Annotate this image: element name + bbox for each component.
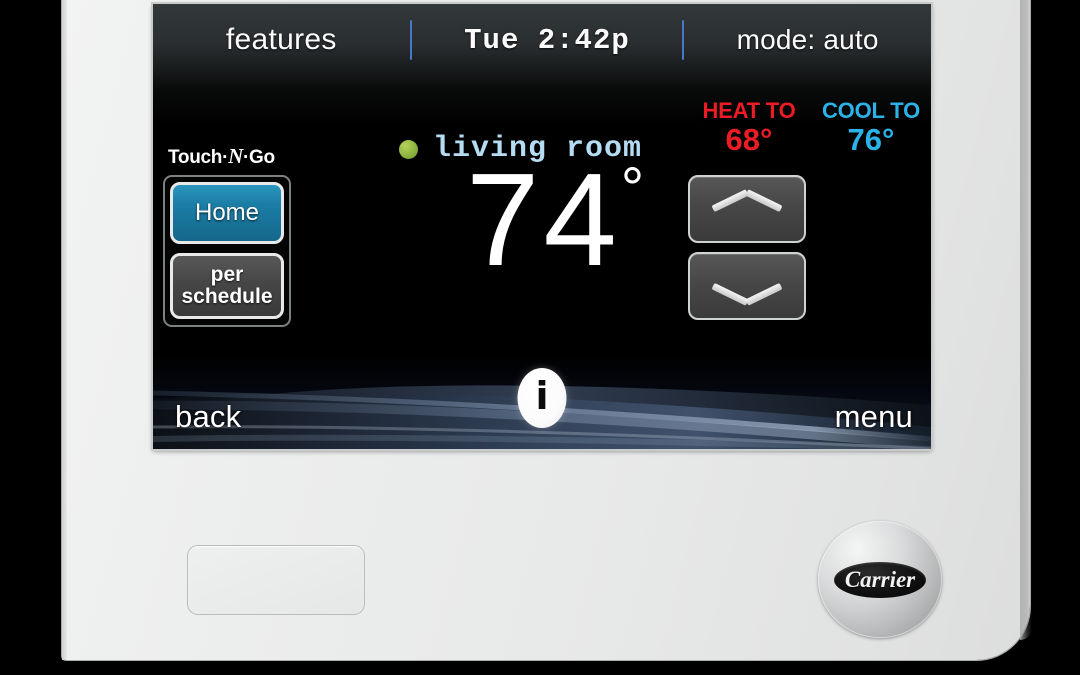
- cool-setpoint-label: COOL TO: [821, 98, 921, 123]
- info-button[interactable]: i: [517, 368, 567, 428]
- header-time: Tue 2:42p: [464, 23, 630, 57]
- menu-button[interactable]: menu: [835, 399, 913, 435]
- screenshot-root: Carrier features Tue 2:42p mode: auto To…: [0, 0, 1080, 675]
- touch-n-go-logo-suffix: ·Go: [242, 147, 275, 168]
- touch-n-go-logo: Touch·N·Go: [168, 144, 303, 169]
- back-button[interactable]: back: [175, 399, 241, 435]
- touch-n-go-panel: Touch·N·Go Home per schedule: [163, 144, 303, 327]
- touch-n-go-per-schedule-button[interactable]: per schedule: [170, 253, 284, 319]
- header-features-button[interactable]: features: [153, 4, 410, 76]
- heat-setpoint-label: HEAT TO: [702, 98, 796, 123]
- access-panel[interactable]: [187, 545, 365, 615]
- touch-n-go-frame: Home per schedule: [163, 175, 291, 327]
- touch-n-go-home-button[interactable]: Home: [170, 182, 284, 244]
- lcd-screen: features Tue 2:42p mode: auto Touch·N·Go…: [153, 4, 931, 449]
- chevron-up-icon: [714, 194, 780, 224]
- heat-setpoint-value: 68°: [725, 122, 773, 158]
- cool-setpoint[interactable]: COOL TO 76°: [810, 99, 931, 158]
- temperature-down-button[interactable]: [688, 252, 806, 320]
- thermostat-left-seam: [62, 0, 67, 660]
- current-temperature-value: 74: [465, 146, 621, 293]
- degree-symbol-icon: °: [620, 156, 645, 221]
- carrier-wordmark: Carrier: [844, 567, 916, 592]
- carrier-oval: Carrier: [834, 561, 926, 598]
- touch-n-go-logo-n: N: [228, 144, 243, 168]
- info-icon: i: [535, 374, 549, 418]
- header-mode-button[interactable]: mode: auto: [684, 4, 931, 76]
- setpoints-row: HEAT TO 68° COOL TO 76°: [688, 99, 931, 158]
- heat-setpoint[interactable]: HEAT TO 68°: [688, 99, 810, 158]
- screen-background: features Tue 2:42p mode: auto Touch·N·Go…: [153, 4, 931, 449]
- screen-footer: back i menu: [153, 353, 931, 449]
- screen-header: features Tue 2:42p mode: auto: [153, 4, 931, 76]
- temperature-up-button[interactable]: [688, 175, 806, 243]
- status-dot-green-icon: [399, 139, 418, 159]
- cool-setpoint-value: 76°: [847, 122, 895, 158]
- chevron-down-icon: [714, 271, 780, 301]
- touch-n-go-logo-prefix: Touch·: [168, 147, 229, 168]
- temperature-adjust-group: [688, 175, 806, 320]
- current-temperature: 74°: [425, 154, 685, 286]
- carrier-badge: Carrier: [818, 521, 942, 638]
